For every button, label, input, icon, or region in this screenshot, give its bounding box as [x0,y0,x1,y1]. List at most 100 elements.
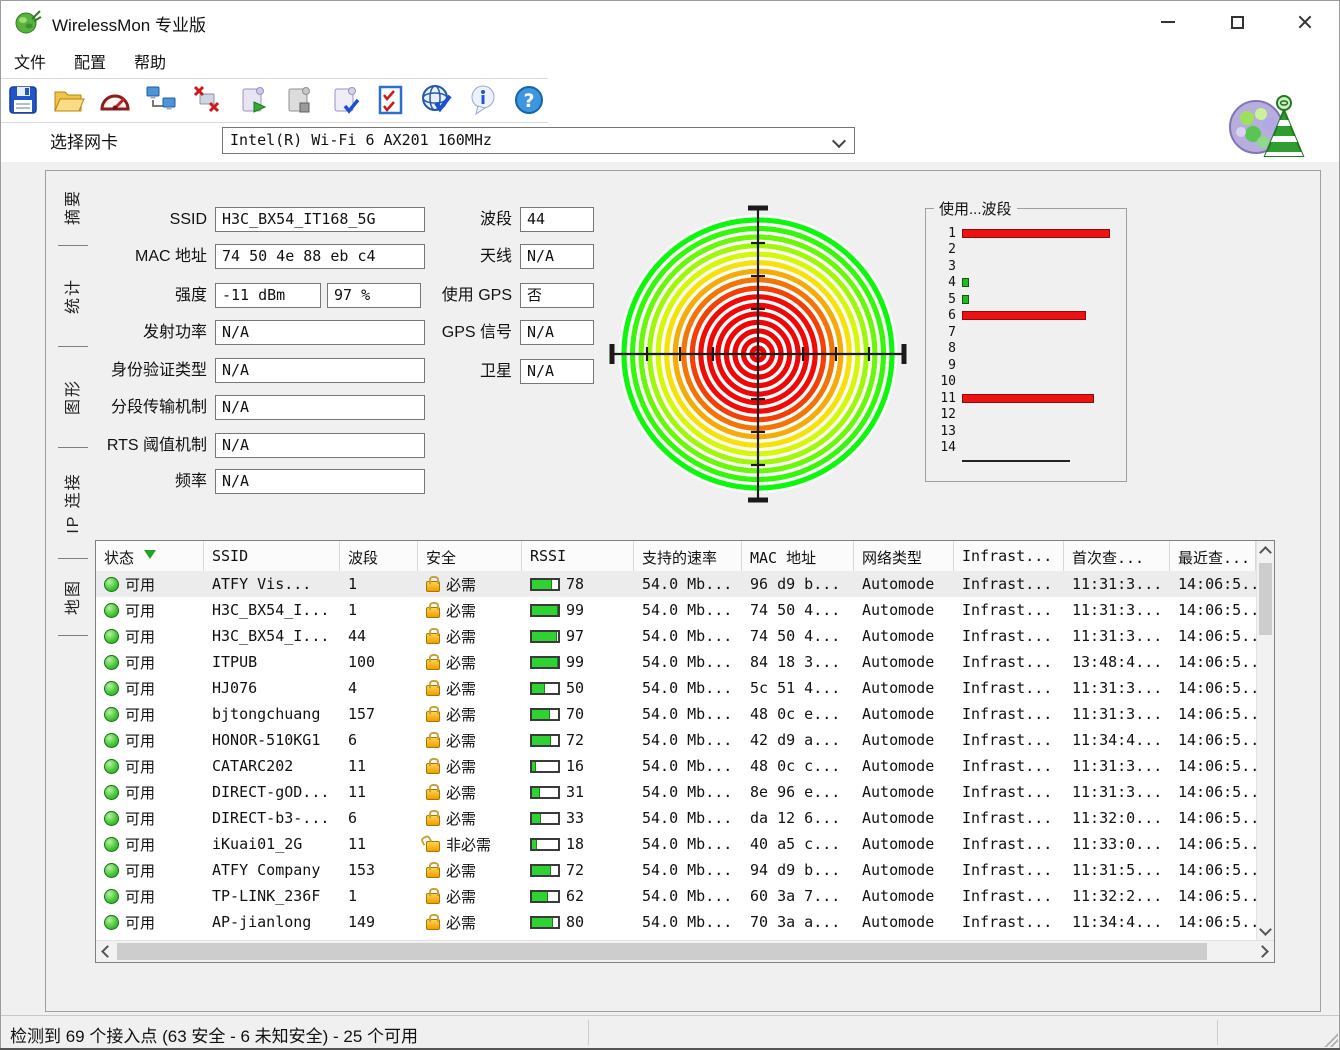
table-row[interactable]: 可用TP-LINK_236F1必需6254.0 Mb...60 3a 7...A… [96,883,1257,909]
cell-channel: 153 [340,861,418,879]
sidebar-tab-3[interactable]: IP 连接 [46,455,96,551]
table-row[interactable]: 可用ITPUB100必需9954.0 Mb...84 18 3...Automo… [96,649,1257,675]
table-row[interactable]: 可用ATFY Company153必需7254.0 Mb...94 d9 b..… [96,857,1257,883]
rssi-bar-fill [532,632,557,641]
connect-button[interactable] [142,80,179,120]
cell-first_seen: 11:31:3... [1064,783,1170,801]
vertical-scroll-thumb[interactable] [1259,563,1272,635]
resize-grip[interactable] [1324,1033,1338,1047]
sidebar-tab-1[interactable]: 统计 [46,253,96,339]
column-header-mac[interactable]: MAC 地址 [742,541,854,571]
table-row[interactable]: 可用iKuai01_2G11非必需1854.0 Mb...40 a5 c...A… [96,831,1257,857]
cell-rate: 54.0 Mb... [634,809,742,827]
help-button[interactable]: ? [510,80,547,120]
chevron-down-icon [1259,923,1272,936]
scroll-up-button[interactable] [1257,541,1274,560]
horizontal-scrollbar[interactable] [96,940,1274,962]
status-available-icon [104,863,119,878]
status-available-icon [104,707,119,722]
status-separator [588,1020,589,1045]
cell-rssi: 70 [522,705,634,723]
table-row[interactable]: 可用AP-jianlong149必需8054.0 Mb...70 3a a...… [96,909,1257,935]
cell-rate: 54.0 Mb... [634,861,742,879]
cell-security: 必需 [418,704,522,725]
cell-ssid: iKuai01_2G [204,835,340,853]
vertical-scrollbar[interactable] [1256,541,1274,941]
channel-usage-chart: 使用...波段 1234567891011121314 [925,208,1127,482]
cell-last_seen: 14:06:5... [1170,679,1256,697]
column-header-last_seen[interactable]: 最近查... [1170,541,1256,571]
rssi-bar [530,890,560,903]
table-row[interactable]: 可用CATARC20211必需1654.0 Mb...48 0c c...Aut… [96,753,1257,779]
cell-channel: 1 [340,887,418,905]
log-start-icon [236,83,270,117]
minimize-button[interactable] [1148,6,1188,38]
status-text: 检测到 69 个接入点 (63 安全 - 6 未知安全) - 25 个可用 [10,1022,418,1047]
column-header-channel[interactable]: 波段 [340,541,418,571]
checklist-button[interactable] [372,80,409,120]
sidebar-tab-4[interactable]: 地图 [46,566,96,628]
save-button[interactable] [4,80,41,120]
cell-rate: 54.0 Mb... [634,757,742,775]
horizontal-scroll-thumb[interactable] [117,943,1207,960]
cell-channel: 157 [340,705,418,723]
cell-mac: 48 0c e... [742,705,854,723]
scroll-right-button[interactable] [1255,941,1274,961]
info-button[interactable] [464,80,501,120]
cell-status: 可用 [96,834,204,855]
table-row[interactable]: 可用DIRECT-gOD...11必需3154.0 Mb...8e 96 e..… [96,779,1257,805]
disconnect-button[interactable] [188,80,225,120]
open-folder-icon [52,83,86,117]
table-row[interactable]: 可用DIRECT-b3-...6必需3354.0 Mb...da 12 6...… [96,805,1257,831]
cell-channel: 6 [340,809,418,827]
column-header-network_type[interactable]: 网络类型 [854,541,954,571]
column-header-status[interactable]: 状态 [96,541,204,571]
cell-ssid: ATFY Vis... [204,575,340,593]
column-header-rate[interactable]: 支持的速率 [634,541,742,571]
stop-log-button[interactable] [280,80,317,120]
table-row[interactable]: 可用HONOR-510KG16必需7254.0 Mb...42 d9 a...A… [96,727,1257,753]
web-button[interactable] [418,80,455,120]
maximize-button[interactable] [1217,6,1257,38]
cell-infrastructure: Infrast... [954,627,1064,645]
rssi-bar [530,682,560,695]
column-header-first_seen[interactable]: 首次查... [1064,541,1170,571]
scroll-left-button[interactable] [96,941,115,961]
cell-rssi: 50 [522,679,634,697]
verify-log-button[interactable] [326,80,363,120]
detail-field: 否 [520,283,594,308]
column-header-rssi[interactable]: RSSI [522,541,634,571]
menu-item-1[interactable]: 配置 [74,49,106,73]
open-button[interactable] [50,80,87,120]
cell-infrastructure: Infrast... [954,705,1064,723]
rate-button[interactable] [96,80,133,120]
lock-icon [426,737,440,748]
table-row[interactable]: 可用ATFY Vis...1必需7854.0 Mb...96 d9 b...Au… [96,571,1257,597]
cell-ssid: ATFY Company [204,861,340,879]
rssi-bar [530,708,560,721]
menu-item-0[interactable]: 文件 [14,49,46,73]
cell-first_seen: 11:34:4... [1064,731,1170,749]
cell-network_type: Automode [854,783,954,801]
scroll-down-button[interactable] [1257,922,1274,941]
cell-infrastructure: Infrast... [954,809,1064,827]
tab-separator [58,447,88,448]
table-row[interactable]: 可用H3C_BX54_I...44必需9754.0 Mb...74 50 4..… [96,623,1257,649]
adapter-select[interactable]: Intel(R) Wi-Fi 6 AX201 160MHz [222,127,855,154]
column-header-ssid[interactable]: SSID [204,541,340,571]
cell-rssi: 62 [522,887,634,905]
channel-label: 13 [926,424,956,439]
column-header-infrastructure[interactable]: Infrast... [954,541,1064,571]
table-row[interactable]: 可用H3C_BX54_I...1必需9954.0 Mb...74 50 4...… [96,597,1257,623]
sidebar-tab-2[interactable]: 图形 [46,354,96,440]
channel-row: 12 [926,409,956,421]
chevron-right-icon [1256,945,1269,958]
cell-security: 必需 [418,782,522,803]
table-row[interactable]: 可用bjtongchuang157必需7054.0 Mb...48 0c e..… [96,701,1257,727]
start-log-button[interactable] [234,80,271,120]
column-header-security[interactable]: 安全 [418,541,522,571]
close-button[interactable] [1285,6,1325,38]
sidebar-tab-0[interactable]: 摘要 [46,176,96,238]
table-row[interactable]: 可用HJ0764必需5054.0 Mb...5c 51 4...Automode… [96,675,1257,701]
menu-item-2[interactable]: 帮助 [134,49,166,73]
